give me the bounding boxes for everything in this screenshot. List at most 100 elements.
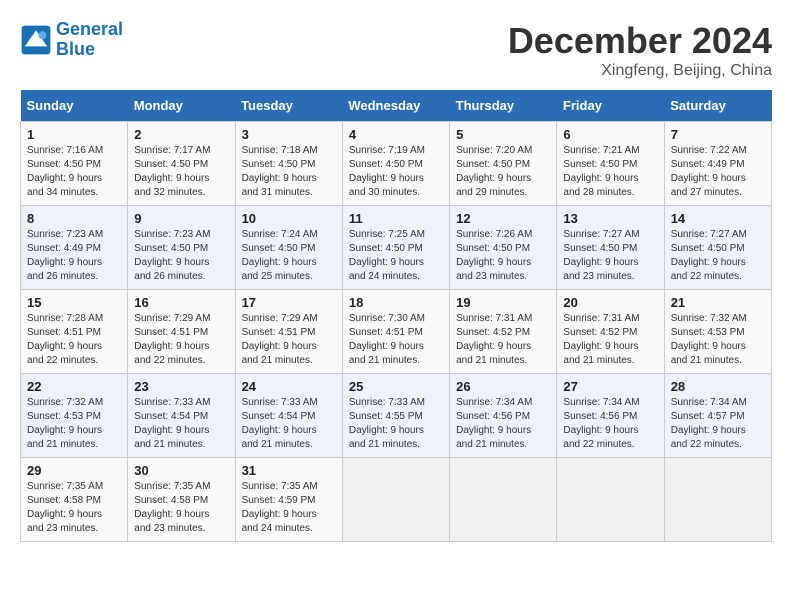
day-detail: Sunrise: 7:20 AM Sunset: 4:50 PM Dayligh… <box>456 144 550 200</box>
day-detail: Sunrise: 7:26 AM Sunset: 4:50 PM Dayligh… <box>456 228 550 284</box>
day-header-tuesday: Tuesday <box>235 90 342 122</box>
day-cell: 1 Sunrise: 7:16 AM Sunset: 4:50 PM Daylig… <box>21 122 128 206</box>
day-number: 9 <box>134 211 228 226</box>
day-detail: Sunrise: 7:33 AM Sunset: 4:54 PM Dayligh… <box>134 396 228 452</box>
day-number: 4 <box>349 127 443 142</box>
day-detail: Sunrise: 7:28 AM Sunset: 4:51 PM Dayligh… <box>27 312 121 368</box>
day-detail: Sunrise: 7:23 AM Sunset: 4:50 PM Dayligh… <box>134 228 228 284</box>
day-detail: Sunrise: 7:31 AM Sunset: 4:52 PM Dayligh… <box>563 312 657 368</box>
day-detail: Sunrise: 7:17 AM Sunset: 4:50 PM Dayligh… <box>134 144 228 200</box>
day-header-friday: Friday <box>557 90 664 122</box>
day-detail: Sunrise: 7:25 AM Sunset: 4:50 PM Dayligh… <box>349 228 443 284</box>
day-cell: 10 Sunrise: 7:24 AM Sunset: 4:50 PM Dayli… <box>235 206 342 290</box>
day-cell: 18 Sunrise: 7:30 AM Sunset: 4:51 PM Dayli… <box>342 290 449 374</box>
day-cell: 30Sunrise: 7:35 AM Sunset: 4:58 PM Dayli… <box>128 458 235 542</box>
day-cell: 9 Sunrise: 7:23 AM Sunset: 4:50 PM Daylig… <box>128 206 235 290</box>
day-cell: 17 Sunrise: 7:29 AM Sunset: 4:51 PM Dayli… <box>235 290 342 374</box>
day-number: 16 <box>134 295 228 310</box>
logo: General Blue <box>20 20 123 60</box>
day-number: 10 <box>242 211 336 226</box>
day-number: 22 <box>27 379 121 394</box>
day-detail: Sunrise: 7:30 AM Sunset: 4:51 PM Dayligh… <box>349 312 443 368</box>
day-number: 29 <box>27 463 121 478</box>
day-cell: 20 Sunrise: 7:31 AM Sunset: 4:52 PM Dayli… <box>557 290 664 374</box>
logo-line1: General <box>56 19 123 39</box>
day-number: 18 <box>349 295 443 310</box>
day-cell: 15Sunrise: 7:28 AM Sunset: 4:51 PM Dayli… <box>21 290 128 374</box>
day-detail: Sunrise: 7:27 AM Sunset: 4:50 PM Dayligh… <box>563 228 657 284</box>
day-cell: 16 Sunrise: 7:29 AM Sunset: 4:51 PM Dayli… <box>128 290 235 374</box>
day-detail: Sunrise: 7:34 AM Sunset: 4:56 PM Dayligh… <box>563 396 657 452</box>
day-detail: Sunrise: 7:35 AM Sunset: 4:59 PM Dayligh… <box>242 480 336 536</box>
day-cell: 29Sunrise: 7:35 AM Sunset: 4:58 PM Dayli… <box>21 458 128 542</box>
day-detail: Sunrise: 7:18 AM Sunset: 4:50 PM Dayligh… <box>242 144 336 200</box>
day-cell: 31 Sunrise: 7:35 AM Sunset: 4:59 PM Dayli… <box>235 458 342 542</box>
day-cell: 8Sunrise: 7:23 AM Sunset: 4:49 PM Daylig… <box>21 206 128 290</box>
day-cell <box>342 458 449 542</box>
day-cell <box>450 458 557 542</box>
day-cell <box>557 458 664 542</box>
day-detail: Sunrise: 7:33 AM Sunset: 4:54 PM Dayligh… <box>242 396 336 452</box>
day-detail: Sunrise: 7:31 AM Sunset: 4:52 PM Dayligh… <box>456 312 550 368</box>
day-number: 21 <box>671 295 765 310</box>
day-cell: 25Sunrise: 7:33 AM Sunset: 4:55 PM Dayli… <box>342 374 449 458</box>
day-number: 12 <box>456 211 550 226</box>
day-cell: 11 Sunrise: 7:25 AM Sunset: 4:50 PM Dayli… <box>342 206 449 290</box>
day-cell: 28 Sunrise: 7:34 AM Sunset: 4:57 PM Dayli… <box>664 374 771 458</box>
day-detail: Sunrise: 7:16 AM Sunset: 4:50 PM Dayligh… <box>27 144 121 200</box>
calendar-table: SundayMondayTuesdayWednesdayThursdayFrid… <box>20 90 772 542</box>
day-header-saturday: Saturday <box>664 90 771 122</box>
day-number: 14 <box>671 211 765 226</box>
week-row-4: 22 Sunrise: 7:32 AM Sunset: 4:53 PM Dayli… <box>21 374 772 458</box>
day-detail: Sunrise: 7:23 AM Sunset: 4:49 PM Dayligh… <box>27 228 121 284</box>
day-detail: Sunrise: 7:32 AM Sunset: 4:53 PM Dayligh… <box>27 396 121 452</box>
day-cell: 26 Sunrise: 7:34 AM Sunset: 4:56 PM Dayli… <box>450 374 557 458</box>
day-number: 20 <box>563 295 657 310</box>
day-number: 28 <box>671 379 765 394</box>
day-number: 24 <box>242 379 336 394</box>
day-detail: Sunrise: 7:32 AM Sunset: 4:53 PM Dayligh… <box>671 312 765 368</box>
day-cell: 12 Sunrise: 7:26 AM Sunset: 4:50 PM Dayli… <box>450 206 557 290</box>
day-detail: Sunrise: 7:27 AM Sunset: 4:50 PM Dayligh… <box>671 228 765 284</box>
day-detail: Sunrise: 7:29 AM Sunset: 4:51 PM Dayligh… <box>134 312 228 368</box>
day-number: 3 <box>242 127 336 142</box>
day-cell: 27 Sunrise: 7:34 AM Sunset: 4:56 PM Dayli… <box>557 374 664 458</box>
day-header-wednesday: Wednesday <box>342 90 449 122</box>
day-cell: 3 Sunrise: 7:18 AM Sunset: 4:50 PM Daylig… <box>235 122 342 206</box>
day-number: 6 <box>563 127 657 142</box>
day-number: 23 <box>134 379 228 394</box>
day-detail: Sunrise: 7:34 AM Sunset: 4:56 PM Dayligh… <box>456 396 550 452</box>
day-detail: Sunrise: 7:19 AM Sunset: 4:50 PM Dayligh… <box>349 144 443 200</box>
day-detail: Sunrise: 7:34 AM Sunset: 4:57 PM Dayligh… <box>671 396 765 452</box>
day-number: 27 <box>563 379 657 394</box>
week-row-1: 1 Sunrise: 7:16 AM Sunset: 4:50 PM Daylig… <box>21 122 772 206</box>
day-number: 19 <box>456 295 550 310</box>
day-cell: 24 Sunrise: 7:33 AM Sunset: 4:54 PM Dayli… <box>235 374 342 458</box>
day-cell: 22 Sunrise: 7:32 AM Sunset: 4:53 PM Dayli… <box>21 374 128 458</box>
day-header-thursday: Thursday <box>450 90 557 122</box>
calendar-body: 1 Sunrise: 7:16 AM Sunset: 4:50 PM Daylig… <box>21 122 772 542</box>
day-cell <box>664 458 771 542</box>
day-number: 13 <box>563 211 657 226</box>
day-cell: 13 Sunrise: 7:27 AM Sunset: 4:50 PM Dayli… <box>557 206 664 290</box>
day-number: 26 <box>456 379 550 394</box>
day-cell: 19 Sunrise: 7:31 AM Sunset: 4:52 PM Dayli… <box>450 290 557 374</box>
calendar-header-row: SundayMondayTuesdayWednesdayThursdayFrid… <box>21 90 772 122</box>
week-row-3: 15Sunrise: 7:28 AM Sunset: 4:51 PM Dayli… <box>21 290 772 374</box>
day-number: 2 <box>134 127 228 142</box>
logo-line2: Blue <box>56 39 95 59</box>
day-number: 11 <box>349 211 443 226</box>
day-cell: 2 Sunrise: 7:17 AM Sunset: 4:50 PM Daylig… <box>128 122 235 206</box>
day-cell: 5Sunrise: 7:20 AM Sunset: 4:50 PM Daylig… <box>450 122 557 206</box>
day-number: 1 <box>27 127 121 142</box>
day-number: 31 <box>242 463 336 478</box>
day-number: 7 <box>671 127 765 142</box>
day-detail: Sunrise: 7:24 AM Sunset: 4:50 PM Dayligh… <box>242 228 336 284</box>
page-title: December 2024 <box>508 20 772 62</box>
day-cell: 6Sunrise: 7:21 AM Sunset: 4:50 PM Daylig… <box>557 122 664 206</box>
header: General Blue December 2024 Xingfeng, Bei… <box>20 20 772 80</box>
day-number: 17 <box>242 295 336 310</box>
day-detail: Sunrise: 7:29 AM Sunset: 4:51 PM Dayligh… <box>242 312 336 368</box>
day-cell: 7Sunrise: 7:22 AM Sunset: 4:49 PM Daylig… <box>664 122 771 206</box>
day-number: 30 <box>134 463 228 478</box>
